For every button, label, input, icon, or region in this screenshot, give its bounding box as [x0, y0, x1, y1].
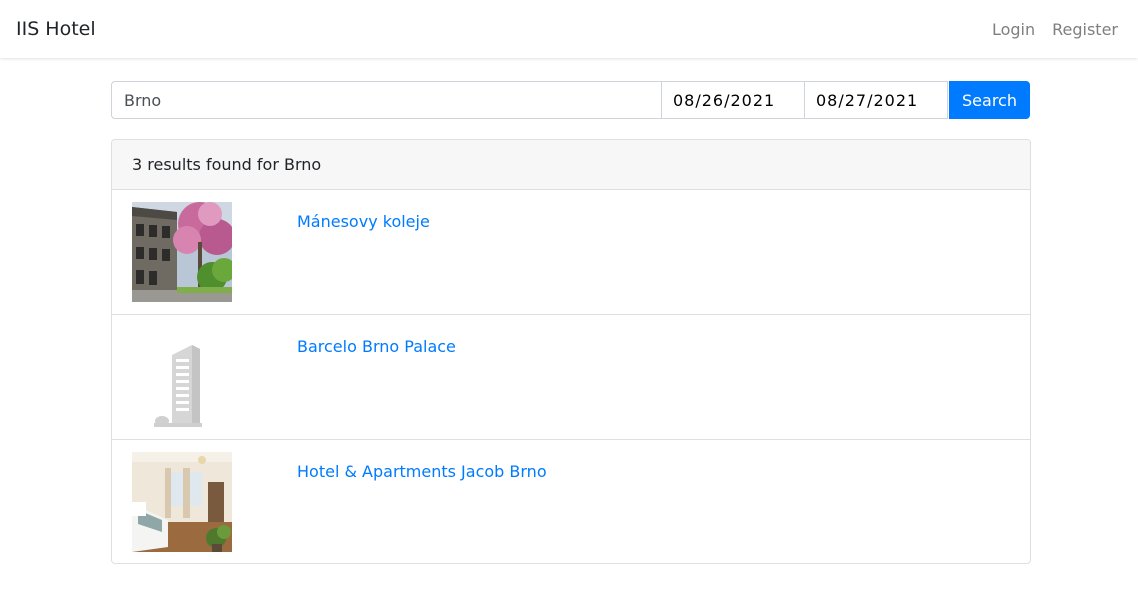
hotel-link[interactable]: Barcelo Brno Palace — [297, 337, 456, 356]
result-row: Hotel & Apartments Jacob Brno — [112, 440, 1030, 563]
result-row: Barcelo Brno Palace — [112, 315, 1030, 440]
nav-links: Login Register — [992, 20, 1118, 39]
results-summary: 3 results found for Brno — [112, 140, 1030, 190]
hotel-link[interactable]: Mánesovy koleje — [297, 212, 430, 231]
register-link[interactable]: Register — [1052, 20, 1118, 39]
hotel-link[interactable]: Hotel & Apartments Jacob Brno — [297, 462, 547, 481]
check-out-date-input[interactable]: 08/27/2021 — [804, 81, 948, 119]
building-with-blossom-tree-photo[interactable] — [132, 202, 232, 302]
check-out-date-value: 08/27/2021 — [816, 90, 919, 110]
brand-link[interactable]: IIS Hotel — [16, 18, 96, 40]
login-link[interactable]: Login — [992, 20, 1035, 39]
check-in-date-value: 08/26/2021 — [673, 90, 776, 110]
results-card: 3 results found for Brno Mánesovy koleje… — [111, 139, 1031, 564]
placeholder-building-icon[interactable] — [132, 327, 232, 427]
hotel-room-photo[interactable] — [132, 452, 232, 552]
search-form: 08/26/2021 08/27/2021 Search — [111, 81, 1031, 119]
city-search-input[interactable] — [111, 81, 662, 119]
search-button[interactable]: Search — [949, 81, 1030, 119]
result-row: Mánesovy koleje — [112, 190, 1030, 315]
check-in-date-input[interactable]: 08/26/2021 — [661, 81, 805, 119]
navbar: IIS Hotel Login Register — [0, 0, 1138, 58]
